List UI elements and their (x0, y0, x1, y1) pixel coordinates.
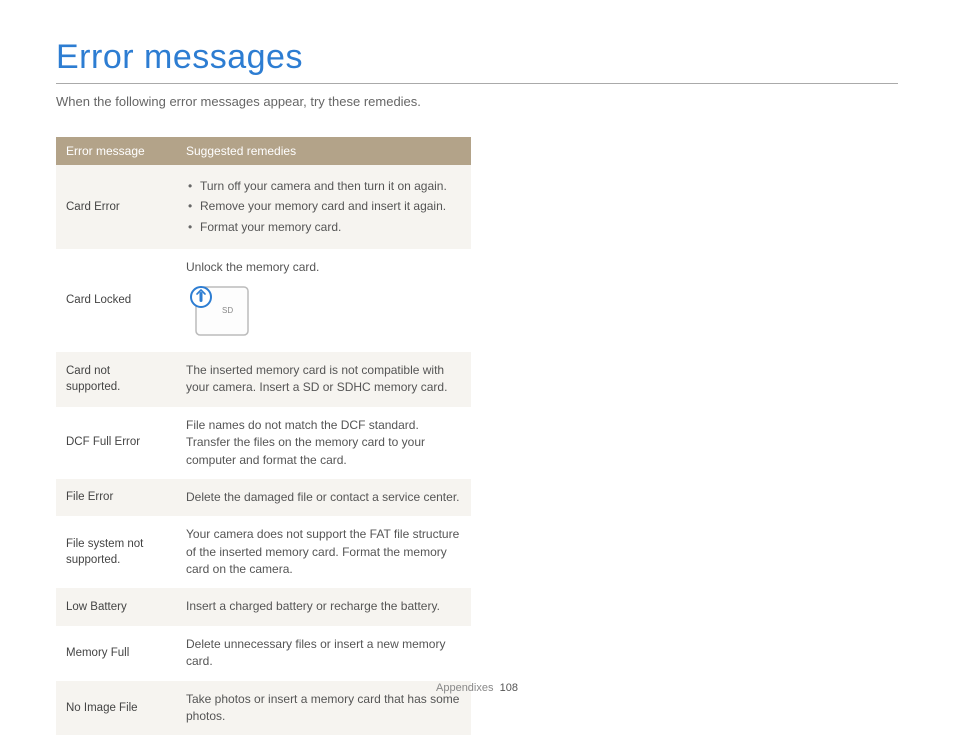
table-row: File Error Delete the damaged file or co… (56, 479, 471, 516)
remedy-text: Unlock the memory card. (186, 260, 319, 274)
error-name: Memory Full (56, 626, 176, 681)
table-row: DCF Full Error File names do not match t… (56, 407, 471, 479)
remedy-cell: Turn off your camera and then turn it on… (176, 165, 471, 249)
remedy-item: Remove your memory card and insert it ag… (186, 198, 461, 215)
error-name: File Error (56, 479, 176, 516)
svg-text:SD: SD (222, 306, 233, 315)
error-name: File system not supported. (56, 516, 176, 588)
remedy-item: Turn off your camera and then turn it on… (186, 178, 461, 195)
intro-text: When the following error messages appear… (56, 94, 898, 109)
table-row: File system not supported. Your camera d… (56, 516, 471, 588)
remedy-text: Your camera does not support the FAT fil… (176, 516, 471, 588)
error-name: Card Locked (56, 249, 176, 352)
table-row: Memory Full Delete unnecessary files or … (56, 626, 471, 681)
remedy-item: Format your memory card. (186, 219, 461, 236)
remedy-text: Delete the damaged file or contact a ser… (176, 479, 471, 516)
error-table: Error message Suggested remedies Card Er… (56, 137, 471, 735)
title-divider (56, 83, 898, 84)
error-name: DCF Full Error (56, 407, 176, 479)
table-header-row: Error message Suggested remedies (56, 137, 471, 165)
page-footer: Appendixes 108 (0, 682, 954, 694)
page-title: Error messages (56, 38, 898, 77)
remedy-cell: Unlock the memory card. SD (176, 249, 471, 352)
sd-card-illustration: SD (186, 283, 461, 342)
header-suggested-remedies: Suggested remedies (176, 137, 471, 165)
remedy-text: The inserted memory card is not compatib… (176, 352, 471, 407)
remedy-text: Delete unnecessary files or insert a new… (176, 626, 471, 681)
table-row: Card Error Turn off your camera and then… (56, 165, 471, 249)
error-name: Low Battery (56, 588, 176, 625)
footer-section: Appendixes (436, 682, 494, 694)
table-row: Card not supported. The inserted memory … (56, 352, 471, 407)
remedy-text: Insert a charged battery or recharge the… (176, 588, 471, 625)
remedy-text: File names do not match the DCF standard… (176, 407, 471, 479)
error-name: Card Error (56, 165, 176, 249)
header-error-message: Error message (56, 137, 176, 165)
footer-page-number: 108 (500, 682, 518, 694)
table-row: Card Locked Unlock the memory card. SD (56, 249, 471, 352)
sd-card-icon: SD (186, 283, 256, 337)
error-name: Card not supported. (56, 352, 176, 407)
table-row: Low Battery Insert a charged battery or … (56, 588, 471, 625)
remedy-list: Turn off your camera and then turn it on… (186, 178, 461, 236)
